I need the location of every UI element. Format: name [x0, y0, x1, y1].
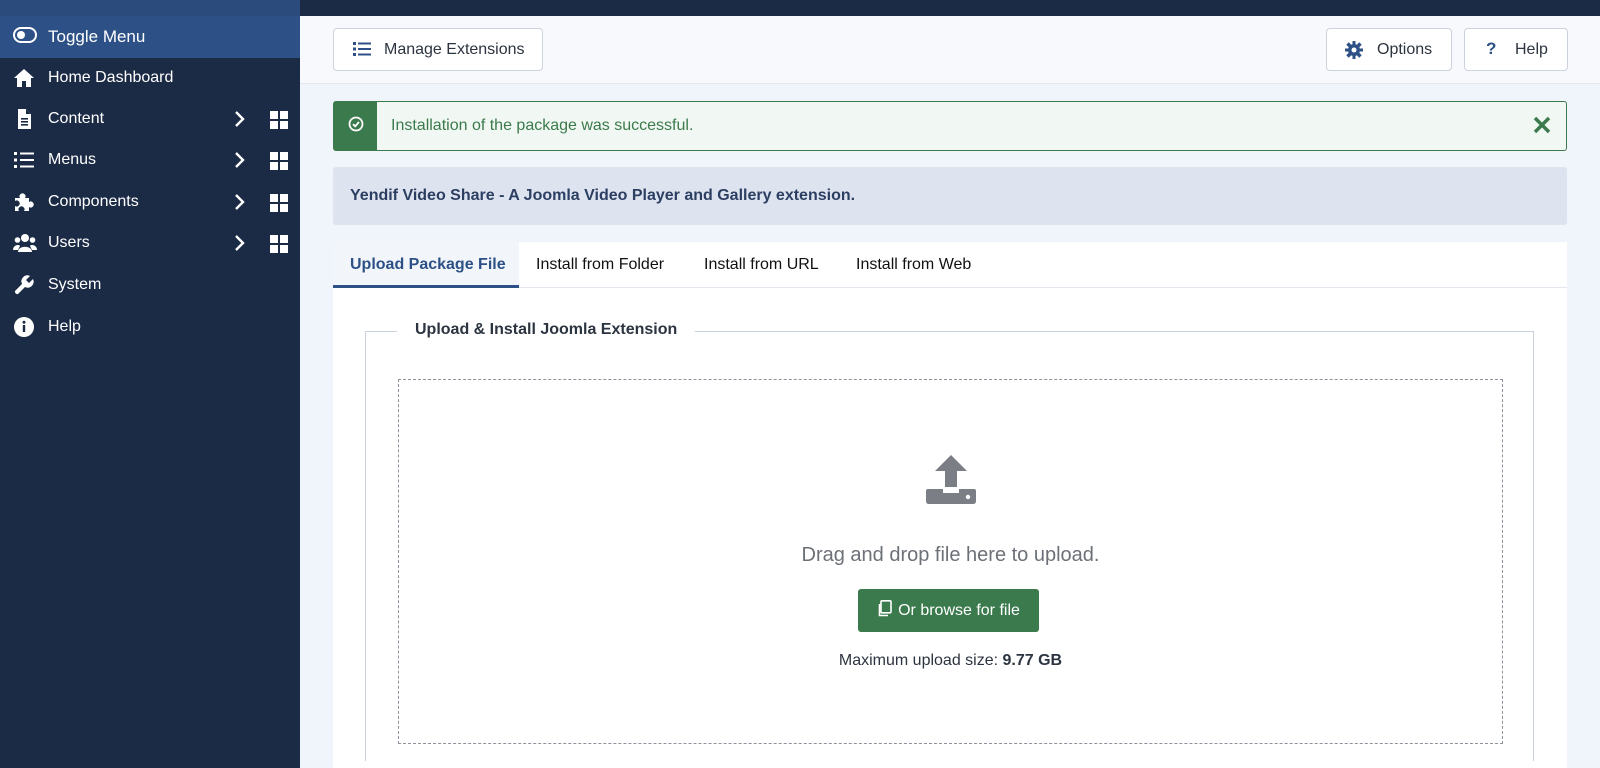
sidebar-item-system[interactable]: System	[0, 264, 300, 306]
sidebar-item-label: Components	[48, 193, 139, 210]
tab-install-from-web[interactable]: Install from Web	[856, 242, 971, 288]
sidebar-item-label: Help	[48, 318, 81, 335]
tab-bar: Upload Package File Install from Folder …	[333, 242, 1567, 288]
toggle-icon	[13, 27, 37, 48]
gear-icon	[1345, 41, 1363, 64]
sidebar-item-menus[interactable]: Menus	[0, 139, 300, 181]
dashboard-grid-icon[interactable]	[270, 194, 288, 217]
sidebar-item-users[interactable]: Users	[0, 222, 300, 264]
help-button[interactable]: ? Help	[1464, 28, 1568, 71]
upload-icon	[925, 453, 977, 510]
max-upload-value: 9.77 GB	[1002, 652, 1063, 669]
sidebar-item-home-dashboard[interactable]: Home Dashboard	[0, 57, 300, 99]
install-panel: Upload Package File Install from Folder …	[333, 242, 1567, 768]
chevron-right-icon[interactable]	[234, 110, 246, 133]
tab-upload-package-file[interactable]: Upload Package File	[333, 242, 519, 288]
sidebar-item-label: Menus	[48, 151, 97, 168]
sidebar-item-label: Content	[48, 110, 105, 127]
tab-label: Install from URL	[704, 256, 819, 273]
tab-label: Install from Web	[856, 256, 972, 273]
manage-extensions-label: Manage Extensions	[384, 40, 525, 58]
question-icon: ?	[1486, 39, 1497, 58]
sidebar-item-components[interactable]: Components	[0, 181, 300, 223]
tab-install-from-folder[interactable]: Install from Folder	[536, 242, 664, 288]
alert-badge	[334, 102, 377, 150]
list-icon	[13, 149, 35, 171]
dashboard-grid-icon[interactable]	[270, 235, 288, 258]
list-icon	[353, 41, 371, 62]
home-icon	[13, 67, 35, 89]
sidebar-item-content[interactable]: Content	[0, 98, 300, 140]
dashboard-grid-icon[interactable]	[270, 111, 288, 134]
info-icon	[13, 316, 35, 338]
upload-fieldset: Upload & Install Joomla Extension Drag a…	[365, 321, 1534, 761]
sidebar: Toggle Menu Home Dashboard Content Menus…	[0, 0, 300, 768]
sidebar-item-label: Users	[48, 234, 90, 251]
users-icon	[13, 232, 37, 254]
toggle-menu-label: Toggle Menu	[48, 27, 146, 46]
extension-info-banner: Yendif Video Share - A Joomla Video Play…	[333, 167, 1567, 225]
upload-legend: Upload & Install Joomla Extension	[397, 321, 696, 339]
manage-extensions-button[interactable]: Manage Extensions	[333, 28, 543, 71]
max-upload-label: Maximum upload size:	[838, 652, 999, 669]
sidebar-item-label: Home Dashboard	[48, 69, 174, 86]
toolbar: Manage Extensions Options ? Help	[300, 16, 1600, 84]
success-alert: Installation of the package was successf…	[333, 101, 1567, 151]
drop-instructions: Drag and drop file here to upload.	[801, 544, 1100, 566]
chevron-right-icon[interactable]	[234, 193, 246, 216]
sidebar-item-label: System	[48, 276, 102, 293]
alert-message: Installation of the package was successf…	[391, 117, 694, 134]
puzzle-icon	[13, 191, 35, 213]
tab-label: Upload Package File	[350, 256, 506, 273]
browse-file-button[interactable]: Or browse for file	[858, 589, 1039, 632]
wrench-icon	[13, 274, 35, 296]
chevron-right-icon[interactable]	[234, 234, 246, 257]
header-strip	[300, 0, 1600, 16]
browse-file-label: Or browse for file	[898, 601, 1020, 619]
chevron-right-icon[interactable]	[234, 151, 246, 174]
toggle-menu-button[interactable]: Toggle Menu	[0, 0, 300, 58]
tab-label: Install from Folder	[536, 256, 665, 273]
copy-icon	[877, 599, 892, 622]
sidebar-item-help[interactable]: Help	[0, 306, 300, 348]
check-circle-icon	[348, 116, 364, 137]
options-button[interactable]: Options	[1326, 28, 1452, 71]
help-label: Help	[1515, 40, 1548, 58]
tab-install-from-url[interactable]: Install from URL	[704, 242, 819, 288]
close-icon[interactable]	[1532, 115, 1552, 140]
file-icon	[13, 108, 35, 130]
upload-dropzone[interactable]: Drag and drop file here to upload. Or br…	[398, 379, 1503, 744]
extension-info-text: Yendif Video Share - A Joomla Video Play…	[350, 187, 856, 204]
options-label: Options	[1377, 40, 1433, 58]
dashboard-grid-icon[interactable]	[270, 152, 288, 175]
max-upload-size: Maximum upload size: 9.77 GB	[399, 652, 1502, 670]
